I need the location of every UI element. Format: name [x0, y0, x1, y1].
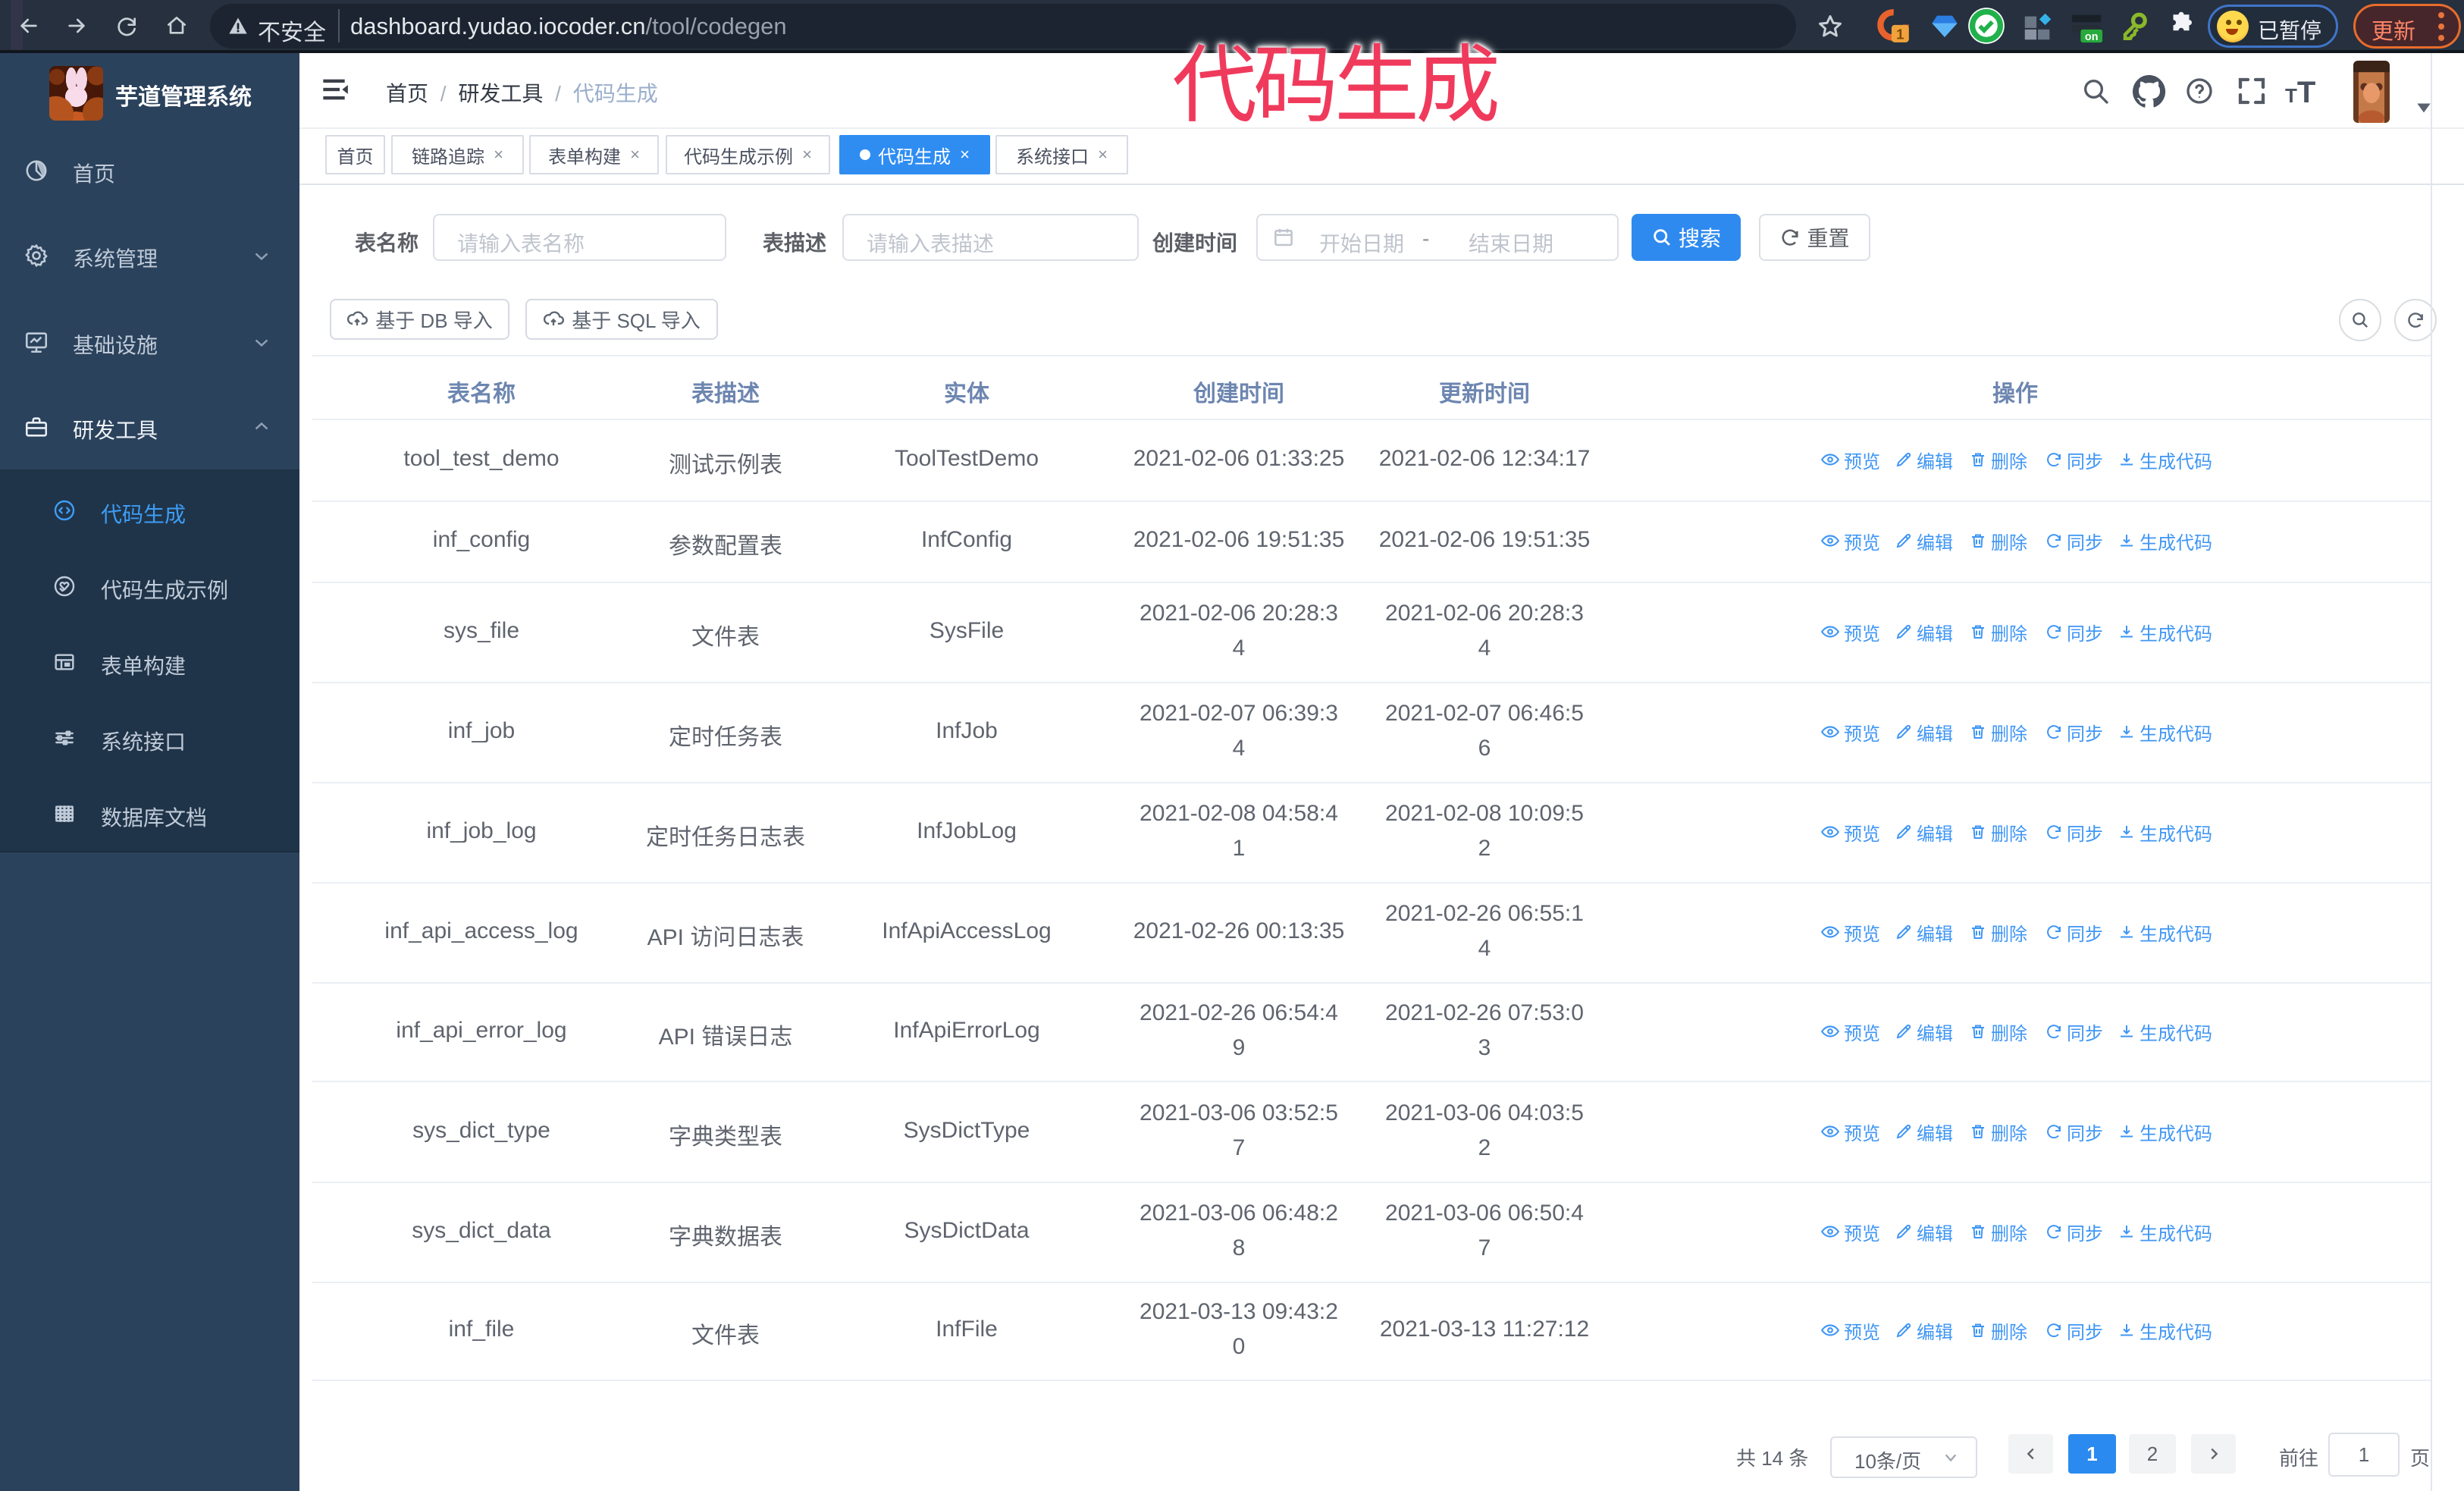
svg-text:1: 1: [1896, 27, 1904, 42]
svg-text:on: on: [2085, 31, 2099, 43]
